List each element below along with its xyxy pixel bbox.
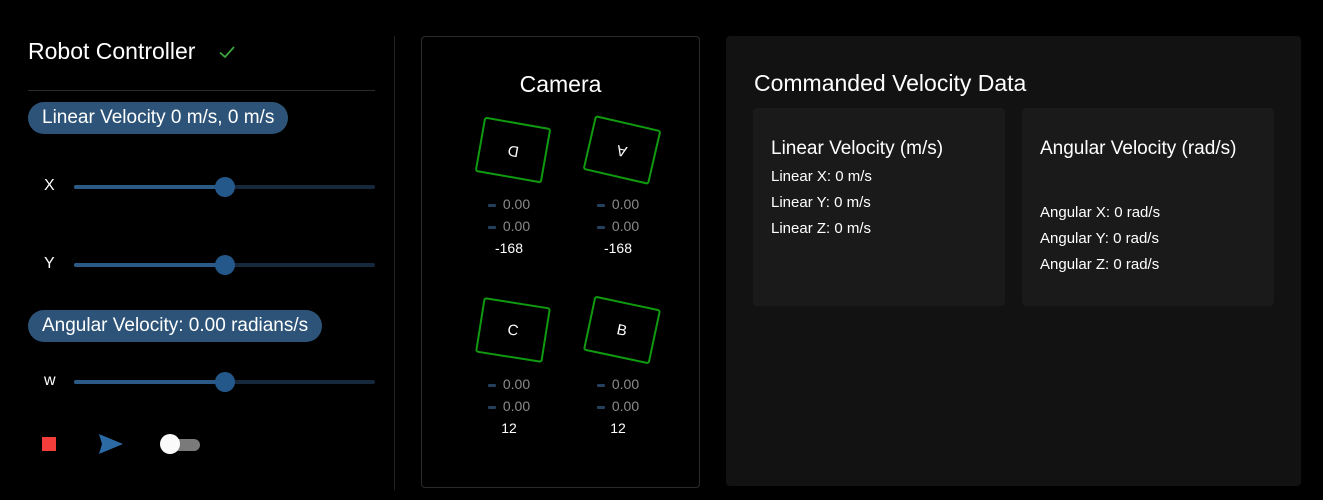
- slider-w[interactable]: w: [44, 368, 375, 396]
- angular-z-value: Angular Z: 0 rad/s: [1040, 256, 1160, 273]
- wheel-a: A 0.00 0.00 -168: [563, 115, 673, 272]
- slider-y-label: Y: [44, 255, 55, 272]
- angular-x-value: Angular X: 0 rad/s: [1040, 204, 1161, 221]
- velocity-data-panel: Commanded Velocity Data Linear Velocity …: [726, 36, 1301, 486]
- wheel-d-value-1: 0.00: [454, 196, 564, 212]
- send-icon[interactable]: [98, 432, 124, 456]
- dash-icon: [596, 383, 605, 387]
- angular-y-value: Angular Y: 0 rad/s: [1040, 230, 1159, 247]
- linear-y-value: Linear Y: 0 m/s: [771, 194, 871, 211]
- slider-y-track[interactable]: [74, 255, 375, 275]
- toggle-switch[interactable]: [160, 434, 202, 454]
- wheel-a-angle: -168: [603, 240, 633, 256]
- dash-icon: [487, 203, 496, 207]
- dash-icon: [487, 405, 496, 409]
- linear-velocity-card: Linear Velocity (m/s) Linear X: 0 m/s Li…: [753, 108, 1005, 306]
- slider-w-label: w: [44, 372, 56, 389]
- wheel-c-value-2: 0.00: [454, 398, 564, 414]
- wheel-b-label: B: [615, 320, 629, 340]
- wheel-b-value-1: 0.00: [563, 376, 673, 392]
- slider-w-thumb[interactable]: [214, 372, 235, 392]
- check-icon: [217, 42, 237, 62]
- wheel-a-box: A: [582, 115, 662, 185]
- wheel-d-angle: -168: [494, 240, 524, 256]
- linear-velocity-lines: Linear X: 0 m/s Linear Y: 0 m/s Linear Z…: [771, 164, 872, 242]
- linear-velocity-badge: Linear Velocity 0 m/s, 0 m/s: [28, 102, 289, 134]
- toggle-knob[interactable]: [160, 434, 180, 454]
- wheel-b-angle: 12: [610, 420, 626, 436]
- slider-x-label: X: [44, 177, 55, 194]
- slider-y-fill: [74, 263, 225, 267]
- wheel-c-angle: 12: [501, 420, 517, 436]
- slider-x-fill: [74, 185, 225, 189]
- wheel-d-box: D: [474, 116, 552, 184]
- linear-velocity-card-title: Linear Velocity (m/s): [771, 138, 944, 159]
- velocity-data-title: Commanded Velocity Data: [754, 70, 1027, 96]
- angular-velocity-card-title: Angular Velocity (rad/s): [1040, 138, 1237, 159]
- divider: [28, 90, 375, 91]
- controller-title: Robot Controller: [28, 38, 196, 64]
- angular-velocity-lines: Angular X: 0 rad/s Angular Y: 0 rad/s An…: [1040, 200, 1160, 278]
- camera-panel: Camera D 0.00 0.00 -168 A 0.00 0.00 -168…: [421, 36, 700, 488]
- angular-velocity-card: Angular Velocity (rad/s) Angular X: 0 ra…: [1022, 108, 1274, 306]
- dash-icon: [487, 225, 496, 229]
- wheel-b-box: B: [582, 295, 662, 365]
- wheel-b: B 0.00 0.00 12: [563, 295, 673, 452]
- wheel-a-label: A: [615, 140, 629, 160]
- dash-icon: [596, 203, 605, 207]
- controller-header: Robot Controller: [28, 38, 237, 65]
- app-root: Robot Controller Linear Velocity 0 m/s, …: [8, 8, 1323, 500]
- wheel-d-value-2: 0.00: [454, 218, 564, 234]
- robot-controller-panel: Robot Controller Linear Velocity 0 m/s, …: [8, 8, 378, 498]
- linear-z-value: Linear Z: 0 m/s: [771, 220, 872, 237]
- camera-title: Camera: [519, 71, 602, 97]
- slider-w-fill: [74, 380, 225, 384]
- vertical-divider: [394, 36, 395, 490]
- wheel-a-value-1: 0.00: [563, 196, 673, 212]
- dash-icon: [596, 405, 605, 409]
- wheel-d-label: D: [506, 140, 520, 160]
- wheel-c: C 0.00 0.00 12: [454, 297, 564, 452]
- angular-velocity-badge: Angular Velocity: 0.00 radians/s: [28, 310, 323, 342]
- slider-x-track[interactable]: [74, 177, 375, 197]
- slider-y-thumb[interactable]: [214, 255, 235, 275]
- dash-icon: [596, 225, 605, 229]
- wheel-c-value-1: 0.00: [454, 376, 564, 392]
- slider-y[interactable]: Y: [44, 251, 375, 279]
- dash-icon: [487, 383, 496, 387]
- wheel-b-value-2: 0.00: [563, 398, 673, 414]
- linear-x-value: Linear X: 0 m/s: [771, 168, 872, 185]
- stop-icon[interactable]: [42, 437, 56, 451]
- controller-actions: [42, 432, 222, 456]
- wheel-c-box: C: [475, 297, 551, 363]
- wheel-c-label: C: [506, 320, 520, 340]
- slider-x[interactable]: X: [44, 173, 375, 201]
- slider-w-track[interactable]: [74, 372, 375, 392]
- slider-x-thumb[interactable]: [214, 177, 235, 197]
- wheel-d: D 0.00 0.00 -168: [454, 116, 564, 272]
- wheel-a-value-2: 0.00: [563, 218, 673, 234]
